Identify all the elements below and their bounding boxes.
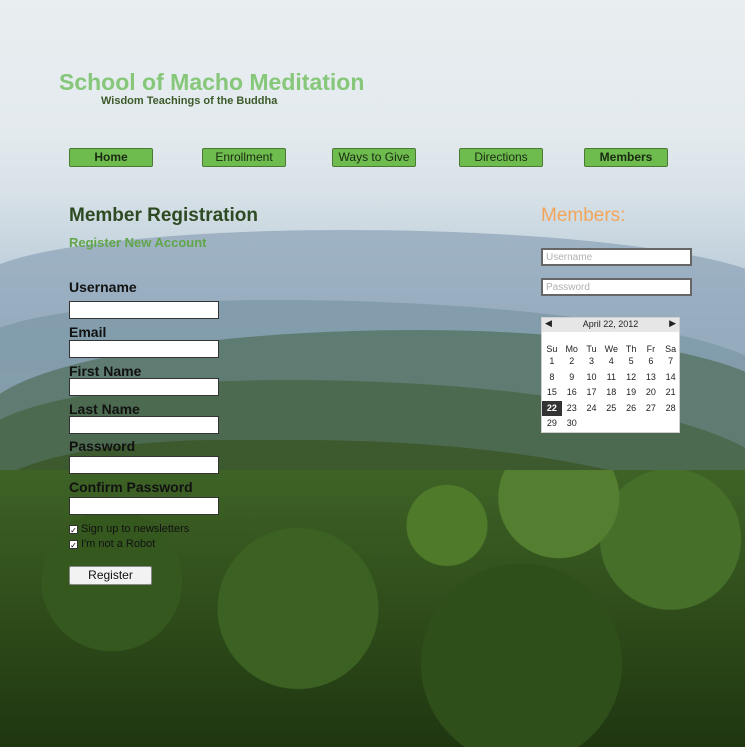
calendar-day[interactable]: 30 [562, 416, 582, 432]
register-button[interactable]: Register [69, 566, 152, 585]
calendar-weekday-label: Fr [646, 344, 656, 354]
newsletter-label: Sign up to newsletters [81, 523, 190, 535]
calendar-month-label: April 22, 2012 [582, 319, 639, 329]
calendar-day[interactable]: 13 [641, 370, 661, 386]
registration-subtitle: Register New Account [69, 235, 207, 250]
username-field[interactable] [69, 301, 219, 319]
calendar-day[interactable]: 15 [542, 385, 562, 401]
nav-enrollment-button[interactable]: Enrollment [202, 148, 286, 167]
first-name-field[interactable] [69, 378, 219, 396]
calendar-weekday-label: Sa [665, 344, 677, 354]
site-tagline: Wisdom Teachings of the Buddha [101, 95, 278, 107]
nav-directions-button[interactable]: Directions [459, 148, 543, 167]
calendar-day[interactable]: 25 [601, 401, 621, 417]
newsletter-option[interactable]: ✓ Sign up to newsletters [69, 523, 189, 535]
calendar-day[interactable]: 3 [582, 354, 602, 370]
last-name-field[interactable] [69, 416, 219, 434]
nav-members-button[interactable]: Members [584, 148, 668, 167]
members-username-input[interactable] [541, 248, 692, 266]
members-title: Members: [541, 205, 626, 226]
email-field[interactable] [69, 340, 219, 358]
calendar-day[interactable]: 5 [621, 354, 641, 370]
calendar-day[interactable]: 11 [601, 370, 621, 386]
last-name-label: Last Name [69, 401, 140, 417]
calendar-empty-cell [621, 416, 641, 432]
calendar-header: ◀ April 22, 2012 ▶ [542, 318, 679, 332]
calendar-day[interactable]: 19 [621, 385, 641, 401]
calendar-empty-cell [661, 416, 681, 432]
calendar-day[interactable]: 23 [562, 401, 582, 417]
calendar-day[interactable]: 1 [542, 354, 562, 370]
members-password-input[interactable] [541, 278, 692, 296]
calendar-week-row: 8 9 10 11 12 13 14 [542, 370, 681, 386]
calendar-next-icon[interactable]: ▶ [669, 318, 676, 329]
username-label: Username [69, 279, 137, 295]
confirm-password-field[interactable] [69, 497, 219, 515]
robot-option[interactable]: ✓ I'm not a Robot [69, 538, 155, 550]
calendar-day[interactable]: 8 [542, 370, 562, 386]
calendar-day[interactable]: 18 [601, 385, 621, 401]
calendar-day[interactable]: 26 [621, 401, 641, 417]
calendar-weekday-label: We [604, 344, 618, 354]
calendar-day[interactable]: 17 [582, 385, 602, 401]
calendar-empty-cell [641, 416, 661, 432]
calendar-weekday-label: Mo [565, 344, 578, 354]
calendar-day[interactable]: 4 [601, 354, 621, 370]
calendar-weekday-row: Su Mo Tu We Th Fr Sa [542, 342, 681, 354]
email-label: Email [69, 324, 107, 340]
registration-title: Member Registration [69, 205, 258, 226]
calendar-day[interactable]: 27 [641, 401, 661, 417]
robot-checkbox[interactable]: ✓ [69, 539, 78, 550]
nav-home-button[interactable]: Home [69, 148, 153, 167]
calendar-week-row: 29 30 [542, 416, 681, 432]
calendar-day[interactable]: 22 [542, 400, 562, 416]
password-field[interactable] [69, 456, 219, 474]
calendar-day[interactable]: 28 [661, 401, 681, 417]
calendar-day[interactable]: 24 [582, 401, 602, 417]
calendar-day[interactable]: 20 [641, 385, 661, 401]
calendar-day[interactable]: 10 [582, 370, 602, 386]
calendar-week-row: 15 16 17 18 19 20 21 [542, 385, 681, 401]
calendar-day[interactable]: 7 [661, 354, 681, 370]
password-label: Password [69, 438, 136, 454]
calendar-day[interactable]: 9 [562, 370, 582, 386]
calendar-weekday-label: Tu [586, 344, 597, 354]
calendar-widget: ◀ April 22, 2012 ▶ Su Mo Tu We Th Fr Sa 1 2 3 4 5 6 7… [541, 317, 680, 433]
calendar-day[interactable]: 12 [621, 370, 641, 386]
newsletter-checkbox[interactable]: ✓ [69, 524, 78, 535]
calendar-weekday-label: Th [625, 344, 637, 354]
calendar-empty-cell [601, 416, 621, 432]
calendar-day[interactable]: 29 [542, 416, 562, 432]
calendar-grid: Su Mo Tu We Th Fr Sa 1 2 3 4 5 6 7 8 9 10 11 12 13 14 15 16 17 1… [542, 342, 681, 432]
first-name-label: First Name [69, 363, 142, 379]
site-title: School of Macho Meditation [59, 69, 365, 95]
calendar-day[interactable]: 6 [641, 354, 661, 370]
calendar-empty-cell [582, 416, 602, 432]
calendar-day[interactable]: 21 [661, 385, 681, 401]
calendar-week-row: 22 23 24 25 26 27 28 [542, 400, 681, 417]
nav-ways-to-give-button[interactable]: Ways to Give [332, 148, 416, 167]
calendar-day[interactable]: 2 [562, 354, 582, 370]
calendar-weekday-label: Su [546, 344, 558, 354]
robot-label: I'm not a Robot [81, 538, 156, 550]
confirm-password-label: Confirm Password [69, 479, 193, 495]
calendar-day[interactable]: 14 [661, 370, 681, 386]
calendar-week-row: 1234567 [542, 354, 681, 370]
calendar-day[interactable]: 16 [562, 385, 582, 401]
